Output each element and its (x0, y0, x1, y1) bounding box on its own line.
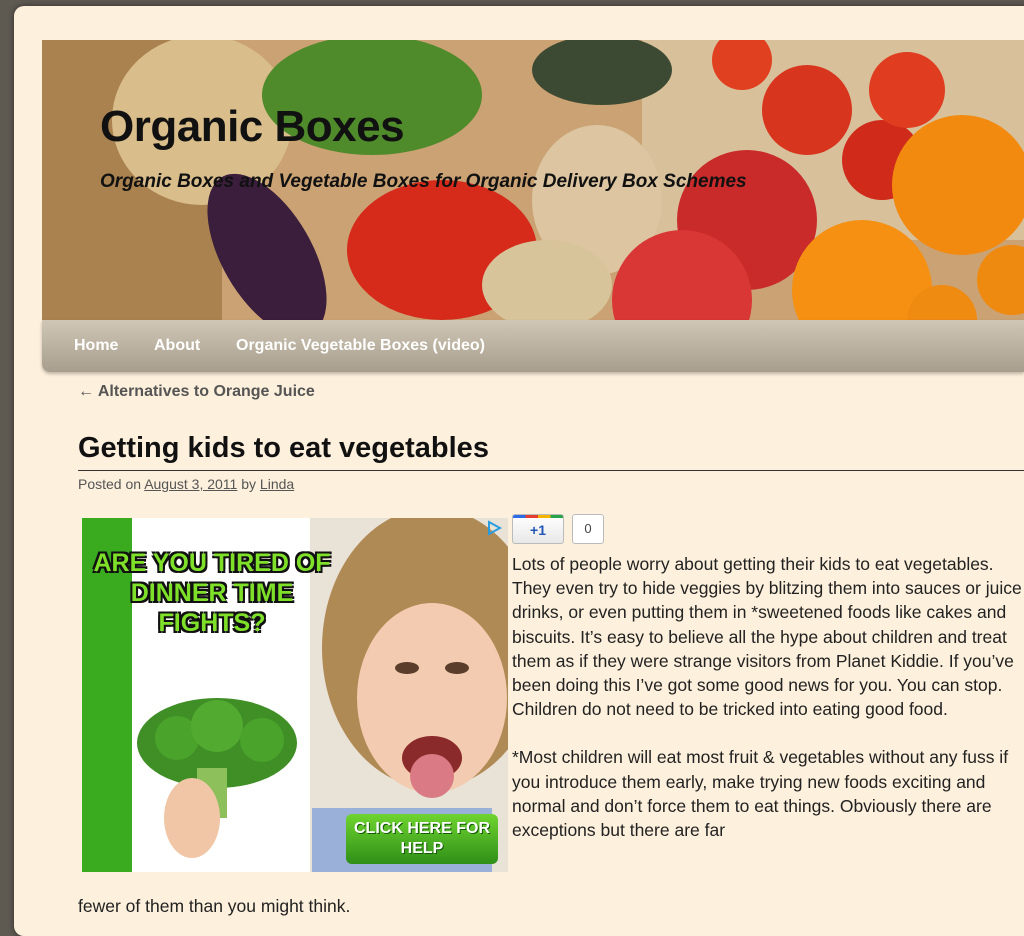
post-content: Lots of people worry about getting their… (512, 552, 1024, 866)
main-nav: Home About Organic Vegetable Boxes (vide… (42, 320, 1024, 372)
header-banner[interactable]: Organic Boxes Organic Boxes and Vegetabl… (42, 40, 1024, 320)
nav-item-about[interactable]: About (154, 337, 200, 355)
previous-post-link[interactable]: ← Alternatives to Orange Juice (78, 383, 315, 401)
post-title[interactable]: Getting kids to eat vegetables (78, 432, 489, 465)
post-paragraph: *Most children will eat most fruit & veg… (512, 747, 1009, 841)
plusone-count: 0 (572, 514, 604, 544)
post-date-link[interactable]: August 3, 2011 (144, 476, 237, 492)
adchoices-icon[interactable] (486, 520, 503, 536)
ad-click-here-button[interactable]: CLICK HERE FOR HELP (346, 814, 498, 864)
nav-item-organic-vegetable-boxes-video[interactable]: Organic Vegetable Boxes (video) (236, 337, 485, 355)
ad-headline: Are you tired of dinner time fights? (93, 549, 331, 637)
title-divider (78, 470, 1024, 471)
site-title[interactable]: Organic Boxes (100, 102, 405, 152)
plusone-label: +1 (530, 522, 546, 538)
advertisement-banner[interactable]: Are you tired of dinner time fights? CLI… (82, 518, 508, 872)
site-description: Organic Boxes and Vegetable Boxes for Or… (100, 171, 747, 192)
google-plusone-button[interactable]: +1 (512, 514, 564, 544)
nav-item-home[interactable]: Home (74, 337, 118, 355)
post-paragraph-continuation: fewer of them than you might think. (78, 896, 351, 916)
plusone-color-stripe (513, 515, 563, 518)
by-label: by (241, 476, 257, 492)
post-paragraph: Lots of people worry about getting their… (512, 554, 1022, 720)
posted-on-label: Posted on (78, 476, 142, 492)
post-meta: Posted on August 3, 2011 by Linda (78, 476, 294, 492)
author-link[interactable]: Linda (260, 476, 294, 492)
